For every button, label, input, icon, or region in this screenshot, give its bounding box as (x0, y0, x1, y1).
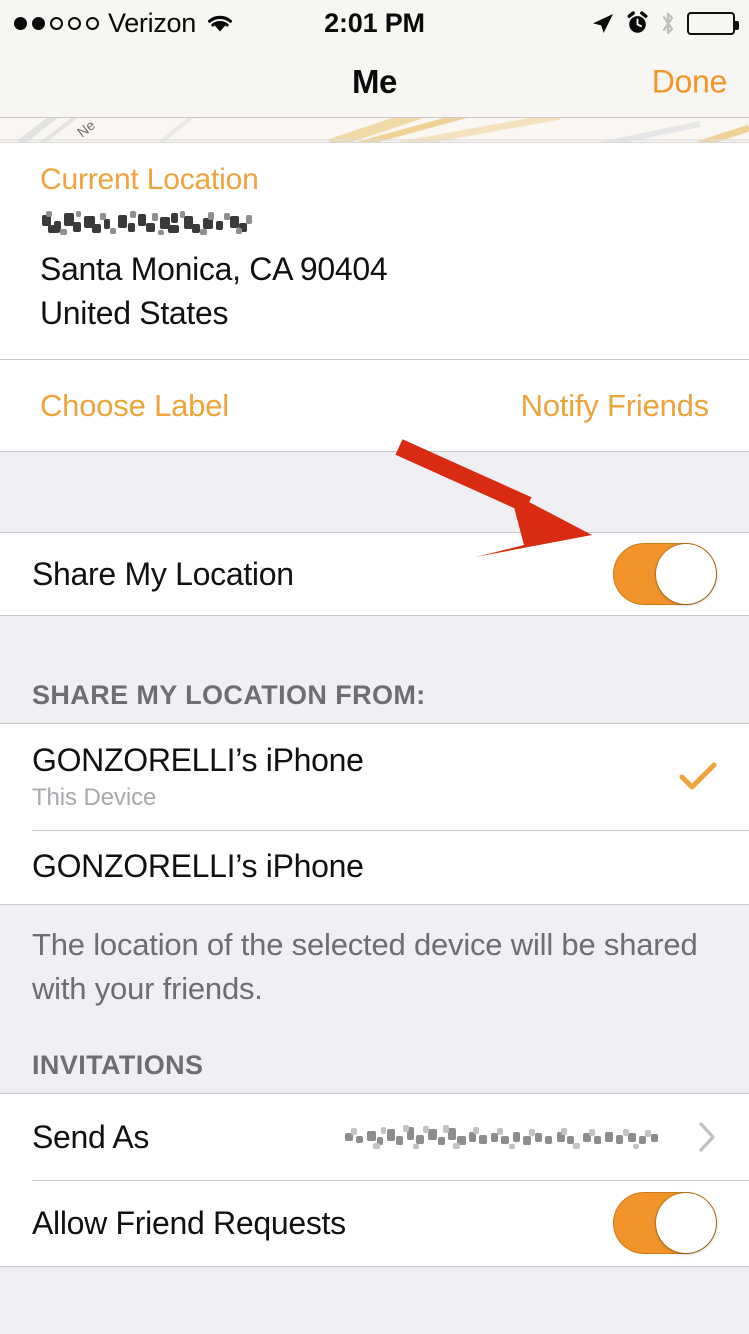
device-name: GONZORELLI’s iPhone (32, 848, 364, 884)
page-title: Me (351, 62, 398, 100)
send-as-value-redacted (343, 1120, 679, 1154)
geofence-alerts-header: SHOW GEOFENCE ALERTS FROM (32, 1329, 487, 1334)
share-from-header: SHARE MY LOCATION FROM: (0, 663, 749, 723)
send-as-row[interactable]: Send As (0, 1094, 749, 1180)
location-actions-row: Choose Label Notify Friends (0, 359, 749, 451)
share-from-section: SHARE MY LOCATION FROM: (0, 615, 749, 723)
allow-friend-requests-label: Allow Friend Requests (32, 1204, 346, 1241)
device-row-2[interactable]: GONZORELLI’s iPhone (0, 830, 749, 904)
status-bar-left: Verizon (14, 8, 235, 39)
invitations-header: INVITATIONS (0, 1037, 749, 1093)
selected-checkmark-icon (679, 761, 717, 791)
device-name: GONZORELLI’s iPhone (32, 742, 364, 778)
location-arrow-icon (591, 11, 615, 35)
share-my-location-toggle[interactable] (613, 543, 717, 605)
choose-label-button[interactable]: Choose Label (40, 388, 229, 424)
done-button[interactable]: Done (652, 63, 728, 100)
invitations-section: INVITATIONS (0, 1023, 749, 1093)
navigation-bar: Me Done (0, 46, 749, 118)
signal-dot-3 (50, 16, 63, 30)
share-my-location-label: Share My Location (32, 555, 294, 592)
notify-friends-button[interactable]: Notify Friends (521, 388, 710, 424)
wifi-icon (205, 11, 235, 35)
carrier-name: Verizon (108, 7, 196, 38)
signal-dot-4 (68, 16, 81, 30)
device-subtitle: This Device (32, 784, 157, 811)
signal-dot-1 (14, 16, 27, 30)
device-row-1[interactable]: GONZORELLI’s iPhone This Device (0, 724, 749, 830)
status-bar-right (591, 11, 739, 36)
signal-dot-2 (32, 16, 45, 30)
allow-friend-requests-row[interactable]: Allow Friend Requests (0, 1180, 749, 1266)
toggle-knob (656, 544, 716, 604)
iphone-screen: Verizon 2:01 PM Me Done Ne Current Locat… (0, 0, 749, 1334)
city-state-zip: Santa Monica, CA 90404 (40, 251, 388, 287)
chevron-right-icon (697, 1120, 717, 1154)
map-preview-strip[interactable]: Ne (0, 118, 749, 143)
invitations-list: Send As Allow Friend Requests (0, 1093, 749, 1266)
street-address-redacted (40, 207, 290, 241)
toggle-knob (656, 1193, 716, 1253)
country: United States (40, 295, 229, 331)
battery-icon (687, 11, 739, 35)
section-gap-2 (0, 615, 749, 663)
current-location-label: Current Location (40, 163, 259, 196)
current-location-card[interactable]: Current Location Santa Monica, CA 90404 … (0, 143, 749, 359)
send-as-label: Send As (32, 1118, 150, 1155)
share-from-footnote: The location of the selected device will… (0, 904, 749, 1023)
signal-dot-5 (86, 16, 99, 30)
geofence-alerts-section: SHOW GEOFENCE ALERTS FROM (0, 1266, 749, 1334)
allow-friend-requests-toggle[interactable] (613, 1192, 717, 1254)
status-bar: Verizon 2:01 PM (0, 0, 749, 46)
device-list: GONZORELLI’s iPhone This Device GONZOREL… (0, 723, 749, 904)
bluetooth-icon (660, 11, 676, 36)
signal-strength-dots (14, 16, 99, 30)
share-my-location-row[interactable]: Share My Location (0, 533, 749, 615)
section-gap-1 (0, 451, 749, 533)
alarm-clock-icon (626, 11, 649, 35)
